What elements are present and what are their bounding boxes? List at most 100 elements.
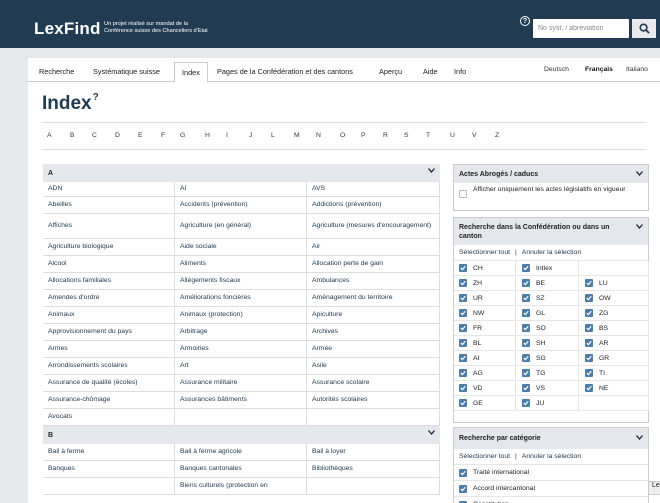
index-term[interactable]: Armée bbox=[307, 341, 440, 358]
letter-link[interactable]: I bbox=[226, 132, 228, 139]
clear-selection-link[interactable]: Annuler la sélection bbox=[522, 249, 581, 256]
checkbox-checked-icon[interactable] bbox=[459, 468, 467, 477]
checkbox-checked-icon[interactable] bbox=[522, 369, 530, 377]
category-item[interactable]: Traité international bbox=[454, 465, 648, 481]
index-term[interactable]: Banques bbox=[43, 461, 175, 478]
category-item[interactable]: Constitution bbox=[454, 497, 648, 503]
checkbox-checked-icon[interactable] bbox=[459, 294, 467, 302]
checkbox-checked-icon[interactable] bbox=[522, 324, 530, 332]
index-term[interactable]: Asile bbox=[307, 358, 440, 375]
index-term[interactable]: Amendes d'ordre bbox=[43, 290, 175, 307]
index-term[interactable]: Archives bbox=[307, 324, 440, 341]
letter-link[interactable]: A bbox=[47, 132, 52, 139]
letter-link[interactable]: E bbox=[138, 132, 143, 139]
canton-checkbox-gr[interactable]: GR bbox=[580, 351, 649, 366]
index-term[interactable]: Ambulances bbox=[307, 273, 440, 290]
search-input[interactable] bbox=[533, 19, 629, 38]
canton-checkbox-ur[interactable]: UR bbox=[454, 291, 516, 306]
checkbox-checked-icon[interactable] bbox=[459, 384, 467, 392]
index-term[interactable]: Assurance scolaire bbox=[307, 375, 440, 392]
canton-checkbox-ch[interactable]: CH bbox=[454, 261, 516, 276]
letter-link[interactable]: S bbox=[404, 132, 409, 139]
canton-checkbox-tg[interactable]: TG bbox=[517, 366, 579, 381]
checkbox-checked-icon[interactable] bbox=[522, 294, 530, 302]
index-term[interactable]: Arbitrage bbox=[175, 324, 307, 341]
letter-link[interactable]: T bbox=[426, 132, 430, 139]
canton-checkbox-ag[interactable]: AG bbox=[454, 366, 516, 381]
index-term[interactable]: Bail à loyer bbox=[307, 444, 440, 461]
index-group-header[interactable]: B bbox=[43, 426, 440, 444]
index-term[interactable]: Banques cantonales bbox=[175, 461, 307, 478]
canton-checkbox-gl[interactable]: GL bbox=[517, 306, 579, 321]
index-term[interactable]: Aliments bbox=[175, 256, 307, 273]
checkbox[interactable] bbox=[459, 190, 467, 198]
index-group-header[interactable]: A bbox=[43, 164, 440, 182]
nav-apercu[interactable]: Aperçu bbox=[379, 67, 402, 76]
canton-checkbox-fr[interactable]: FR bbox=[454, 321, 516, 336]
checkbox-checked-icon[interactable] bbox=[459, 339, 467, 347]
canton-checkbox-ar[interactable]: AR bbox=[580, 336, 649, 351]
lang-francais[interactable]: Français bbox=[585, 66, 613, 73]
checkbox-checked-icon[interactable] bbox=[522, 309, 530, 317]
index-term[interactable]: Animaux (protection) bbox=[175, 307, 307, 324]
canton-checkbox-nw[interactable]: NW bbox=[454, 306, 516, 321]
checkbox-checked-icon[interactable] bbox=[459, 264, 467, 272]
index-term[interactable]: Aménagement du territoire bbox=[307, 290, 440, 307]
canton-checkbox-ow[interactable]: OW bbox=[580, 291, 649, 306]
canton-checkbox-sz[interactable]: SZ bbox=[517, 291, 579, 306]
canton-checkbox-be[interactable]: BE bbox=[517, 276, 579, 291]
letter-link[interactable]: O bbox=[340, 132, 345, 139]
nav-pages[interactable]: Pages de la Confédération et des cantons bbox=[217, 67, 353, 76]
category-header[interactable]: Recherche par catégorie bbox=[454, 428, 648, 449]
checkbox-checked-icon[interactable] bbox=[459, 399, 467, 407]
index-term[interactable]: Aide sociale bbox=[175, 239, 307, 256]
letter-link[interactable]: P bbox=[361, 132, 366, 139]
lang-deutsch[interactable]: Deutsch bbox=[544, 66, 569, 73]
checkbox-checked-icon[interactable] bbox=[585, 324, 593, 332]
canton-checkbox-sh[interactable]: SH bbox=[517, 336, 579, 351]
index-term[interactable]: Avocats bbox=[43, 409, 175, 426]
index-term[interactable]: Armoiries bbox=[175, 341, 307, 358]
category-item[interactable]: Accord intercantonal bbox=[454, 481, 648, 497]
letter-link[interactable]: H bbox=[205, 132, 210, 139]
checkbox-checked-icon[interactable] bbox=[522, 279, 530, 287]
index-term[interactable]: Art bbox=[175, 358, 307, 375]
letter-link[interactable]: Z bbox=[495, 132, 499, 139]
canton-checkbox-zg[interactable]: ZG bbox=[580, 306, 649, 321]
checkbox-checked-icon[interactable] bbox=[459, 279, 467, 287]
letter-link[interactable]: C bbox=[92, 132, 97, 139]
index-term[interactable]: Bail à ferme agricole bbox=[175, 444, 307, 461]
checkbox-checked-icon[interactable] bbox=[522, 354, 530, 362]
index-term[interactable]: Agriculture (mesures d'encouragement) bbox=[307, 214, 440, 239]
checkbox-checked-icon[interactable] bbox=[585, 369, 593, 377]
lexfind-logo[interactable]: LexFind bbox=[34, 19, 101, 39]
index-term[interactable]: Assurances bâtiments bbox=[175, 392, 307, 409]
nav-index[interactable]: Index bbox=[174, 62, 208, 83]
index-term[interactable]: Biens culturels (protection en bbox=[175, 478, 307, 495]
checkbox-checked-icon[interactable] bbox=[585, 279, 593, 287]
edge-tab[interactable]: Le bbox=[648, 481, 660, 495]
index-term[interactable]: Agriculture biologique bbox=[43, 239, 175, 256]
checkbox-checked-icon[interactable] bbox=[585, 294, 593, 302]
canton-checkbox-so[interactable]: SO bbox=[517, 321, 579, 336]
letter-link[interactable]: F bbox=[161, 132, 165, 139]
index-term[interactable]: Allocation perte de gain bbox=[307, 256, 440, 273]
title-help-icon[interactable]: ? bbox=[93, 92, 99, 103]
canton-checkbox-intlex[interactable]: Intlex bbox=[517, 261, 579, 276]
index-term[interactable]: Abeilles bbox=[43, 197, 175, 214]
index-term[interactable]: Allégements fiscaux bbox=[175, 273, 307, 290]
checkbox-checked-icon[interactable] bbox=[459, 484, 467, 493]
canton-checkbox-ti[interactable]: TI bbox=[580, 366, 649, 381]
lang-italiano[interactable]: Italiano bbox=[626, 66, 648, 73]
canton-checkbox-bl[interactable]: BL bbox=[454, 336, 516, 351]
index-term[interactable]: Assurance de qualité (écoles) bbox=[43, 375, 175, 392]
canton-checkbox-ju[interactable]: JU bbox=[517, 396, 579, 411]
select-all-link[interactable]: Sélectionner tout bbox=[459, 453, 510, 460]
help-icon[interactable]: ? bbox=[520, 16, 530, 26]
nav-systematique[interactable]: Systématique suisse bbox=[93, 67, 160, 76]
index-term[interactable]: Bibliothèques bbox=[307, 461, 440, 478]
checkbox-checked-icon[interactable] bbox=[585, 309, 593, 317]
canton-checkbox-bs[interactable]: BS bbox=[580, 321, 649, 336]
letter-link[interactable]: M bbox=[294, 132, 300, 139]
index-term[interactable]: Autorités scolaires bbox=[307, 392, 440, 409]
